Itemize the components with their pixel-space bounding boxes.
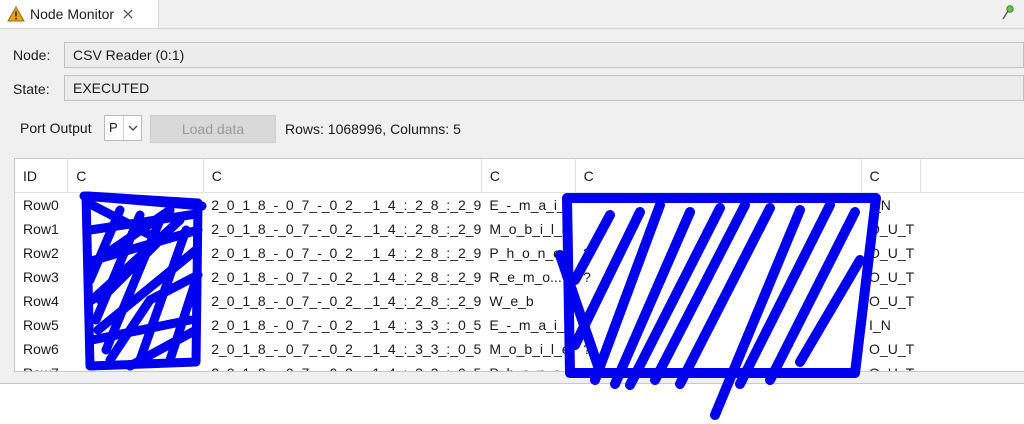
table-cell (68, 361, 203, 371)
table-cell (575, 361, 861, 371)
row-id-cell: Row5 (23, 317, 59, 333)
port-output-select[interactable]: P (104, 115, 142, 141)
table-cell: 2_0_1_8_-_0_7_-_0_2_ _1_4_:_3_3_:_0_5 (211, 341, 482, 357)
tab-node-monitor[interactable]: Node Monitor (0, 0, 159, 28)
table-row[interactable]: Row4 2_0_1_8_-_0_7_-_0_2_ _1_4_:_2_8_:_2_… (15, 289, 1024, 313)
table-header-row: ID C C C C C (15, 159, 1024, 193)
column-header[interactable]: C (861, 159, 922, 193)
state-field: EXECUTED (64, 75, 1024, 101)
table-cell (68, 193, 203, 218)
table-cell (575, 193, 861, 218)
table-cell: O_U_T (869, 341, 915, 357)
table-cell (575, 217, 861, 241)
column-header[interactable]: C (67, 159, 204, 193)
row-id-cell: Row7 (15, 361, 68, 371)
row-id-cell: Row0 (23, 197, 59, 213)
table-cell (68, 241, 203, 265)
close-icon[interactable] (122, 8, 134, 20)
table-cell: 2_0_1_8_-_0_7_-_0_2_ _1_4_:_2_8_:_2_9 (211, 197, 482, 213)
table-row[interactable]: Row3 2_0_1_8_-_0_7_-_0_2_ _1_4_:_2_8_:_2_… (15, 265, 1024, 289)
table-row[interactable]: Row5 2_0_1_8_-_0_7_-_0_2_ _1_4_:_3_3_:_0_… (15, 313, 1024, 337)
table-cell-filler (921, 361, 1024, 371)
table-cell (68, 265, 203, 289)
table-cell: P_h_o_n_e (481, 361, 575, 371)
row-id-cell: Row1 (23, 221, 59, 237)
chevron-down-icon (124, 125, 141, 131)
table-cell-filler (921, 193, 1024, 218)
table-cell: E_-_m_a_i_l (489, 317, 568, 333)
data-table[interactable]: ID C C C C C Row0 2_0_1_8_-_0_7_-_0_2_ _1… (14, 158, 1024, 372)
table-cell-filler (921, 289, 1024, 313)
load-data-button[interactable]: Load data (150, 115, 276, 143)
table-cell: M_o_b_i_l_e (489, 221, 570, 237)
table-cell: 2_0_1_8_-_0_7_-_0_2_ _1_4_:_2_8_:_2_9 (211, 293, 482, 309)
table-cell: O_U_T (869, 245, 915, 261)
table-row[interactable]: Row7 2_0_1_8_-_0_7_-_0_2_ _1_4_:_3_3_:_0_… (15, 361, 1024, 371)
row-id-cell: Row2 (23, 245, 59, 261)
table-cell (68, 289, 203, 313)
node-monitor-view: Node Monitor Node: CSV Reader (0:1) Stat… (0, 0, 1024, 384)
table-cell: M_o_b_i_l_e (489, 341, 570, 357)
port-output-label: Port Output (20, 120, 92, 136)
table-cell: R_e_m_o... (489, 269, 562, 285)
table-cell (68, 337, 203, 361)
table-cell: 2_0_1_8_-_0_7_-_0_2_ _1_4_:_2_8_:_2_9 (211, 221, 482, 237)
column-header[interactable]: C (203, 159, 482, 193)
table-cell (68, 217, 203, 241)
pin-icon[interactable] (1000, 4, 1016, 22)
tab-title: Node Monitor (30, 6, 115, 22)
column-header-id[interactable]: ID (15, 159, 69, 193)
column-header[interactable]: C (575, 159, 862, 193)
row-id-cell: Row6 (23, 341, 59, 357)
table-cell: P_h_o_n_e (489, 245, 561, 261)
table-cell: O_U_T (869, 269, 915, 285)
row-id-cell: Row4 (23, 293, 59, 309)
warning-icon (6, 4, 26, 24)
table-cell: O_U_T (869, 293, 915, 309)
table-row[interactable]: Row1 2_0_1_8_-_0_7_-_0_2_ _1_4_:_2_8_:_2_… (15, 217, 1024, 241)
table-cell: 2_0_1_8_-_0_7_-_0_2_ _1_4_:_2_8_:_2_9 (211, 269, 482, 285)
column-header[interactable]: C (481, 159, 576, 193)
table-cell-filler (921, 313, 1024, 337)
table-cell: ? (583, 245, 591, 261)
table-cell-filler (921, 241, 1024, 265)
table-row[interactable]: Row0 2_0_1_8_-_0_7_-_0_2_ _1_4_:_2_8_:_2_… (15, 193, 1024, 218)
port-selected-value: P (105, 116, 124, 140)
table-cell: W_e_b (489, 293, 534, 309)
table-cell: O_U_T (861, 361, 921, 371)
table-cell: I_N (869, 317, 891, 333)
table-cell: O_U_T (869, 221, 915, 237)
table-row[interactable]: Row6 2_0_1_8_-_0_7_-_0_2_ _1_4_:_3_3_:_0_… (15, 337, 1024, 361)
table-cell-filler (921, 265, 1024, 289)
column-filler (920, 159, 1024, 193)
table-cell-filler (921, 337, 1024, 361)
state-label: State: (13, 81, 50, 97)
node-field: CSV Reader (0:1) (64, 42, 1024, 68)
row-id-cell: Row3 (23, 269, 59, 285)
rows-columns-info: Rows: 1068996, Columns: 5 (285, 121, 461, 137)
table-cell: E_-_m_a_i_l (489, 197, 568, 213)
table-cell: ? (583, 341, 591, 357)
table-cell: 2_0_1_8_-_0_7_-_0_2_ _1_4_:_2_8_:_2_9 (211, 245, 482, 261)
table-cell: ? (583, 269, 591, 285)
table-cell: I_N (869, 197, 891, 213)
table-cell: 2_0_1_8_-_0_7_-_0_2_ _1_4_:_3_3_:_0_5 (203, 361, 481, 371)
table-row[interactable]: Row2 2_0_1_8_-_0_7_-_0_2_ _1_4_:_2_8_:_2_… (15, 241, 1024, 265)
table-cell (575, 313, 861, 337)
table-cell: 2_0_1_8_-_0_7_-_0_2_ _1_4_:_3_3_:_0_5 (211, 317, 482, 333)
table-cell-filler (921, 217, 1024, 241)
tab-bar: Node Monitor (0, 0, 1024, 29)
table-cell (68, 313, 203, 337)
node-label: Node: (13, 47, 51, 63)
table-cell (575, 289, 861, 313)
